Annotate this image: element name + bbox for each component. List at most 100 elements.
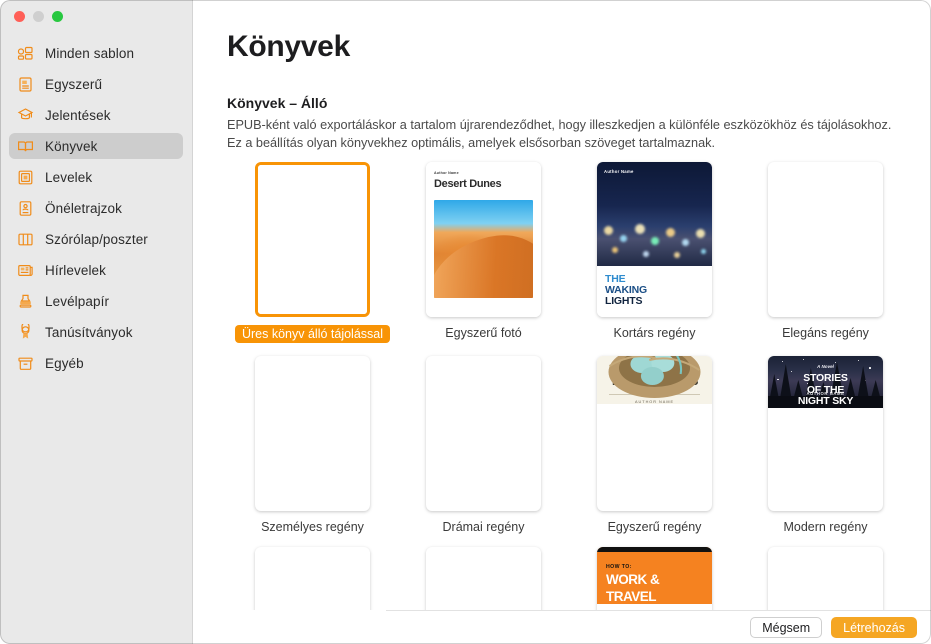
cover-top-bar [597,547,712,552]
sidebar-item-egyszeru[interactable]: Egyszerű [9,71,183,97]
template-caption: Modern regény [783,520,868,534]
cover-title-line3: LIGHTS [605,295,643,307]
basic-document-icon [17,76,34,93]
template-caption: Kortárs regény [613,326,696,340]
template-thumbnail[interactable]: Memories of a Traveler Author Name [255,356,370,511]
template-item-dramai-regeny[interactable]: A SHATTER IN THE DARK AUTHOR NAME [398,356,569,534]
template-thumbnail[interactable]: Author Name Desert Dunes [426,162,541,317]
newsletters-icon [17,262,34,279]
template-thumbnail[interactable]: A Novel THREE TALES AUTHOR NAME [597,356,712,511]
template-item-applied-chemistry[interactable]: ☸ AUTHOR NAME APPLIED CHEMISTRY FIRST ED… [740,547,911,610]
main-panel: Könyvek Könyvek – Álló EPUB-ként való ex… [193,0,931,644]
template-caption: Személyes regény [261,520,364,534]
sidebar-item-label: Egyszerű [45,76,103,92]
cover-title-line1: STORIES [803,372,848,384]
template-thumbnail[interactable]: Tap or click to add a heading Author Nam… [768,162,883,317]
sidebar-item-label: Levelek [45,169,93,185]
template-row: Memories of a Traveler Author Name [227,356,887,534]
cover-photo [597,356,712,400]
sidebar-nav: Minden sablon Egyszerű Jelentések Könyve… [0,40,192,381]
template-thumbnail[interactable] [426,547,541,610]
bottom-action-bar: Mégsem Létrehozás [386,610,931,644]
cancel-button[interactable]: Mégsem [750,617,823,638]
template-item-blank-book[interactable]: Üres könyv álló tájolással [227,162,398,343]
template-thumbnail[interactable]: The Seasons of Paris [255,547,370,610]
cover-author: Author Name [604,169,634,174]
cover-art-waking-lights: Author Name THE WAKING LIGHTS [597,162,712,317]
page-title: Könyvek [227,30,350,63]
cover-author: Author Name [434,171,459,175]
cover-title: THE WAKING LIGHTS [597,266,712,307]
sidebar-item-levelpapir[interactable]: Levélpapír [9,288,183,314]
template-item-egyszeru-foto[interactable]: Author Name Desert Dunes Egyszerű fotó [398,162,569,343]
close-button[interactable] [14,11,25,22]
template-thumbnail[interactable]: Author Name THE WAKING LIGHTS [597,162,712,317]
sidebar-item-oneletrajzok[interactable]: Önéletrajzok [9,195,183,221]
cover-author: AUTHOR NAME [806,390,845,396]
template-thumbnail[interactable]: A Novel STORIES OF THE NIGHT SKY AUTHOR … [768,356,883,511]
sidebar-item-label: Jelentések [45,107,111,123]
sidebar-item-tanusitvanyok[interactable]: Tanúsítványok [9,319,183,345]
cover-art-howto: HOW TO: WORK & TRAVEL [597,547,712,604]
template-item-elegans-regeny[interactable]: Tap or click to add a heading Author Nam… [740,162,911,343]
resumes-icon [17,200,34,217]
sidebar-item-minden-sablon[interactable]: Minden sablon [9,40,183,66]
template-scroll-area[interactable]: Könyvek Könyvek – Álló EPUB-ként való ex… [193,0,931,610]
flyer-poster-icon [17,231,34,248]
template-caption: Üres könyv álló tájolással [234,325,391,343]
cover-art-desert-dunes: Author Name Desert Dunes [426,162,541,317]
cover-art-blank [258,165,367,314]
reports-icon [17,107,34,124]
letters-icon [17,169,34,186]
template-row: The Seasons of Paris [227,547,887,610]
template-item-seasons-of-paris[interactable]: The Seasons of Paris [227,547,398,610]
create-button[interactable]: Létrehozás [831,617,917,638]
sidebar-item-konyvek[interactable]: Könyvek [9,133,183,159]
window-traffic-lights [14,11,63,22]
sidebar-item-jelentesek[interactable]: Jelentések [9,102,183,128]
cover-title-line2: TRAVEL [606,589,657,604]
template-thumbnail[interactable] [255,162,370,317]
template-thumbnail[interactable]: HOW TO: WORK & TRAVEL [597,547,712,610]
sidebar-item-hirlevelek[interactable]: Hírlevelek [9,257,183,283]
cover-photo: Author Name [597,162,712,266]
sidebar-item-label: Önéletrajzok [45,200,122,216]
section-description: EPUB-ként való exportáláskor a tartalom … [227,118,892,150]
template-row: Üres könyv álló tájolással Author Name D… [227,162,887,343]
sidebar-item-levelek[interactable]: Levelek [9,164,183,190]
misc-icon [17,355,34,372]
template-item-egyszeru-regeny[interactable]: A Novel THREE TALES AUTHOR NAME [569,356,740,534]
certificates-icon [17,323,34,341]
cover-art-night-sky: A Novel STORIES OF THE NIGHT SKY AUTHOR … [768,356,883,408]
template-chooser-window: Minden sablon Egyszerű Jelentések Könyve… [0,0,931,644]
sidebar-item-label: Könyvek [45,138,98,154]
sidebar-item-label: Hírlevelek [45,262,107,278]
template-caption: Egyszerű fotó [445,326,522,340]
section-title: Könyvek – Álló [227,95,328,111]
sidebar-item-label: Levélpapír [45,293,110,309]
cover-author: AUTHOR NAME [634,400,675,404]
template-grid: Üres könyv álló tájolással Author Name D… [227,162,887,610]
template-item-howto-work-travel[interactable]: HOW TO: WORK & TRAVEL [569,547,740,610]
template-item-modern-regeny[interactable]: A Novel STORIES OF THE NIGHT SKY AUTHOR … [740,356,911,534]
template-caption: Egyszerű regény [607,520,702,534]
template-item-kortars-regeny[interactable]: Author Name THE WAKING LIGHTS Kortárs re… [569,162,740,343]
template-caption: Elegáns regény [782,326,869,340]
sidebar: Minden sablon Egyszerű Jelentések Könyve… [0,0,193,644]
template-caption: Drámai regény [442,520,525,534]
all-templates-icon [17,45,34,62]
cover-title-line3: NIGHT SKY [797,395,854,407]
sidebar-item-label: Szórólap/poszter [45,231,148,247]
minimize-button[interactable] [33,11,44,22]
template-item-puzzle[interactable] [398,547,569,610]
sidebar-item-egyeb[interactable]: Egyéb [9,350,183,376]
cover-kicker: A Novel [817,364,834,369]
template-item-szemelyes-regeny[interactable]: Memories of a Traveler Author Name [227,356,398,534]
sidebar-item-label: Minden sablon [45,45,135,61]
cover-kicker: HOW TO: [606,564,632,570]
template-thumbnail[interactable]: ☸ AUTHOR NAME APPLIED CHEMISTRY FIRST ED… [768,547,883,610]
sidebar-item-szorolap-poszter[interactable]: Szórólap/poszter [9,226,183,252]
cover-title: Desert Dunes [434,178,502,190]
zoom-button[interactable] [52,11,63,22]
template-thumbnail[interactable]: A SHATTER IN THE DARK AUTHOR NAME [426,356,541,511]
